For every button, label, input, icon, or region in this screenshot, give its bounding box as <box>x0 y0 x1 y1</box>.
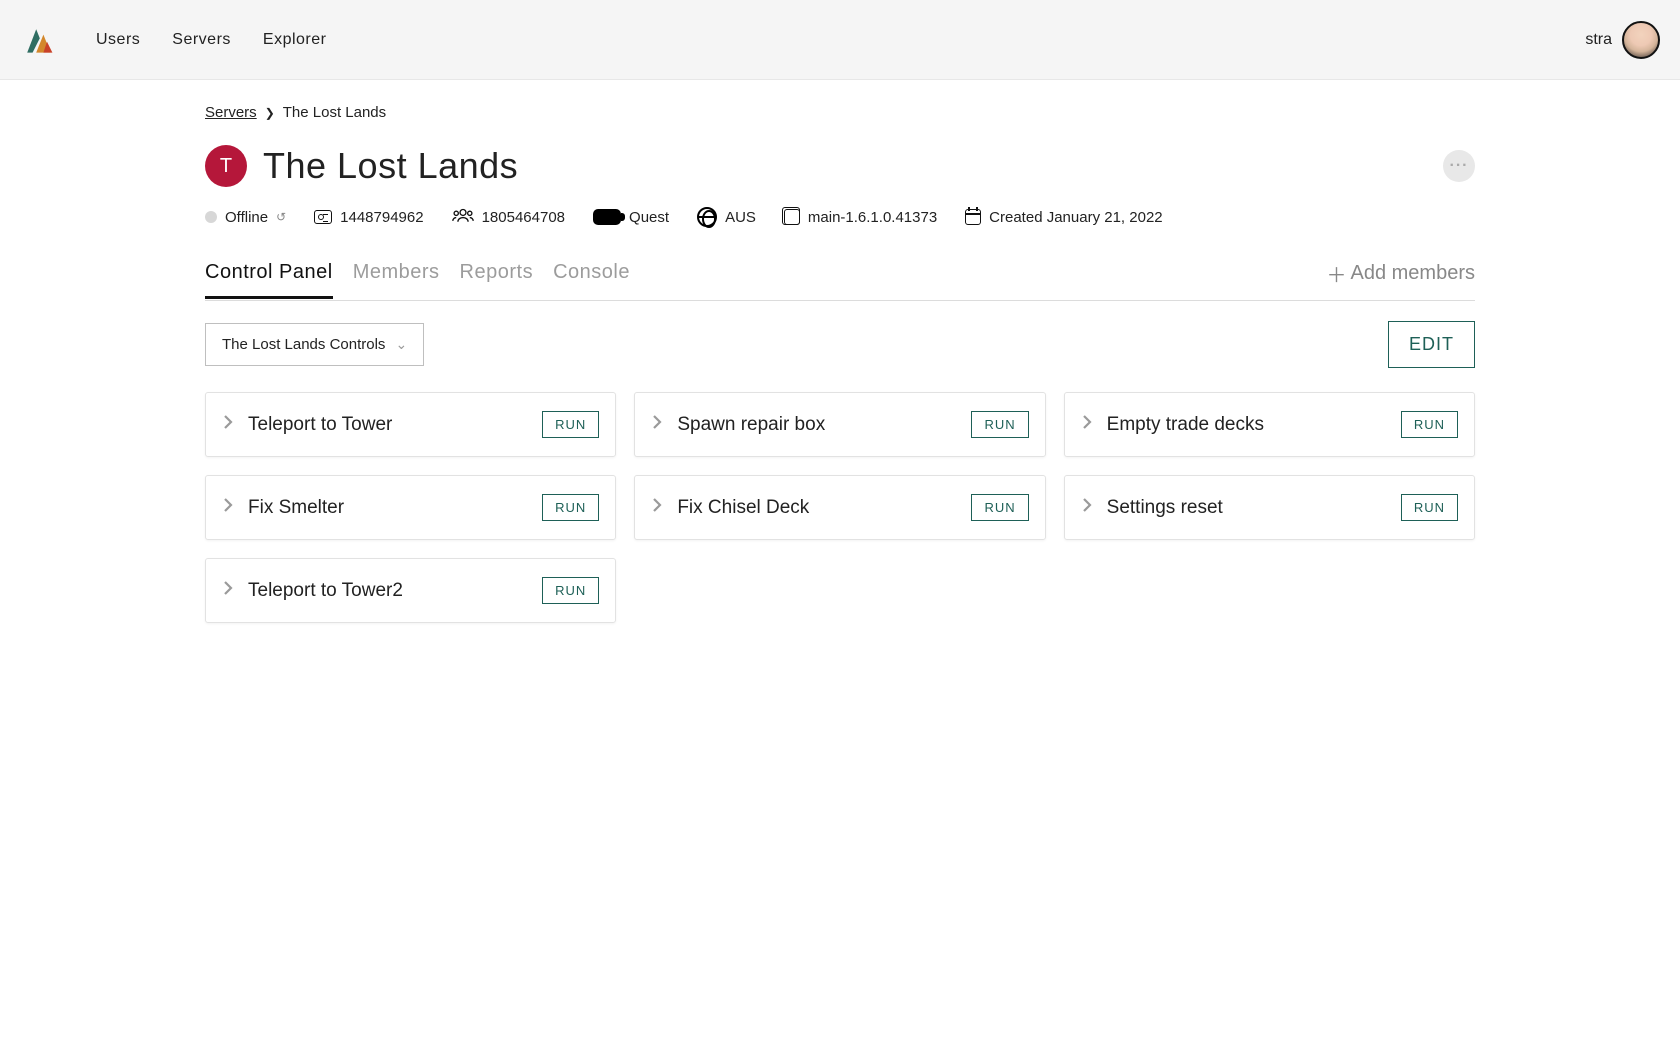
control-card-title: Spawn repair box <box>677 414 957 436</box>
logo[interactable] <box>20 22 56 58</box>
breadcrumb-root[interactable]: Servers <box>205 104 257 121</box>
stack-icon <box>784 209 800 225</box>
add-members-label: Add members <box>1351 262 1476 285</box>
control-card-title: Teleport to Tower2 <box>248 580 528 602</box>
run-button[interactable]: RUN <box>542 577 599 604</box>
control-card-title: Empty trade decks <box>1107 414 1387 436</box>
created-date-value: Created January 21, 2022 <box>989 209 1162 226</box>
control-card: Teleport to Tower RUN <box>205 392 616 457</box>
region-value: AUS <box>725 209 756 226</box>
created-date: Created January 21, 2022 <box>965 209 1162 226</box>
version: main-1.6.1.0.41373 <box>784 209 937 226</box>
refresh-icon[interactable]: ↻ <box>276 210 286 224</box>
chevron-right-icon[interactable] <box>222 414 234 435</box>
user-name: stra <box>1585 31 1612 49</box>
platform-value: Quest <box>629 209 669 226</box>
server-id: 1448794962 <box>314 209 423 226</box>
nav-users[interactable]: Users <box>96 31 140 49</box>
run-button[interactable]: RUN <box>542 411 599 438</box>
dropdown-label: The Lost Lands Controls <box>222 336 385 353</box>
more-actions-button[interactable]: ··· <box>1443 150 1475 182</box>
nav-servers[interactable]: Servers <box>172 31 231 49</box>
control-card: Spawn repair box RUN <box>634 392 1045 457</box>
control-card-title: Fix Smelter <box>248 497 528 519</box>
control-card: Settings reset RUN <box>1064 475 1475 540</box>
chevron-right-icon: ❯ <box>265 106 275 120</box>
group-id: 1805464708 <box>452 207 565 227</box>
control-card: Fix Smelter RUN <box>205 475 616 540</box>
chevron-right-icon[interactable] <box>1081 414 1093 435</box>
main: Servers ❯ The Lost Lands T The Lost Land… <box>205 80 1475 623</box>
server-meta: Offline ↻ 1448794962 1805464708 Quest AU… <box>205 207 1475 227</box>
tabs: Control Panel Members Reports Console <box>205 261 630 298</box>
run-button[interactable]: RUN <box>1401 411 1458 438</box>
control-card-title: Fix Chisel Deck <box>677 497 957 519</box>
controls-dropdown[interactable]: The Lost Lands Controls ⌄ <box>205 323 424 366</box>
platform: Quest <box>593 209 669 226</box>
tab-members[interactable]: Members <box>353 261 440 298</box>
control-card: Teleport to Tower2 RUN <box>205 558 616 623</box>
chevron-right-icon[interactable] <box>1081 497 1093 518</box>
chevron-right-icon[interactable] <box>222 580 234 601</box>
nav-explorer[interactable]: Explorer <box>263 31 327 49</box>
headset-icon <box>593 209 621 225</box>
status: Offline ↻ <box>205 209 286 226</box>
id-card-icon <box>314 210 332 224</box>
version-value: main-1.6.1.0.41373 <box>808 209 937 226</box>
run-button[interactable]: RUN <box>1401 494 1458 521</box>
nav-links: Users Servers Explorer <box>96 31 326 49</box>
tabs-row: Control Panel Members Reports Console ＋ … <box>205 259 1475 301</box>
control-bar: The Lost Lands Controls ⌄ EDIT <box>205 321 1475 368</box>
chevron-right-icon[interactable] <box>222 497 234 518</box>
server-header: T The Lost Lands ··· <box>205 145 1475 187</box>
group-icon <box>452 207 474 227</box>
status-label: Offline <box>225 209 268 226</box>
avatar[interactable] <box>1622 21 1660 59</box>
user-area[interactable]: stra <box>1585 21 1660 59</box>
control-card: Empty trade decks RUN <box>1064 392 1475 457</box>
status-dot-icon <box>205 211 217 223</box>
run-button[interactable]: RUN <box>971 411 1028 438</box>
tab-reports[interactable]: Reports <box>460 261 534 298</box>
globe-icon <box>697 207 717 227</box>
chevron-down-icon: ⌄ <box>395 336 407 353</box>
server-id-value: 1448794962 <box>340 209 423 226</box>
control-card-title: Settings reset <box>1107 497 1387 519</box>
topbar: Users Servers Explorer stra <box>0 0 1680 80</box>
controls-grid: Teleport to Tower RUN Spawn repair box R… <box>205 392 1475 623</box>
calendar-icon <box>965 209 981 225</box>
group-id-value: 1805464708 <box>482 209 565 226</box>
chevron-right-icon[interactable] <box>651 414 663 435</box>
add-members-button[interactable]: ＋ Add members <box>1327 259 1476 300</box>
control-card: Fix Chisel Deck RUN <box>634 475 1045 540</box>
tab-console[interactable]: Console <box>553 261 630 298</box>
run-button[interactable]: RUN <box>542 494 599 521</box>
breadcrumb-current: The Lost Lands <box>283 104 386 121</box>
run-button[interactable]: RUN <box>971 494 1028 521</box>
tab-control-panel[interactable]: Control Panel <box>205 261 333 299</box>
page-title: The Lost Lands <box>263 145 518 187</box>
breadcrumb: Servers ❯ The Lost Lands <box>205 104 1475 121</box>
chevron-right-icon[interactable] <box>651 497 663 518</box>
region: AUS <box>697 207 756 227</box>
control-card-title: Teleport to Tower <box>248 414 528 436</box>
plus-icon: ＋ <box>1327 259 1347 288</box>
edit-button[interactable]: EDIT <box>1388 321 1475 368</box>
server-badge: T <box>205 145 247 187</box>
